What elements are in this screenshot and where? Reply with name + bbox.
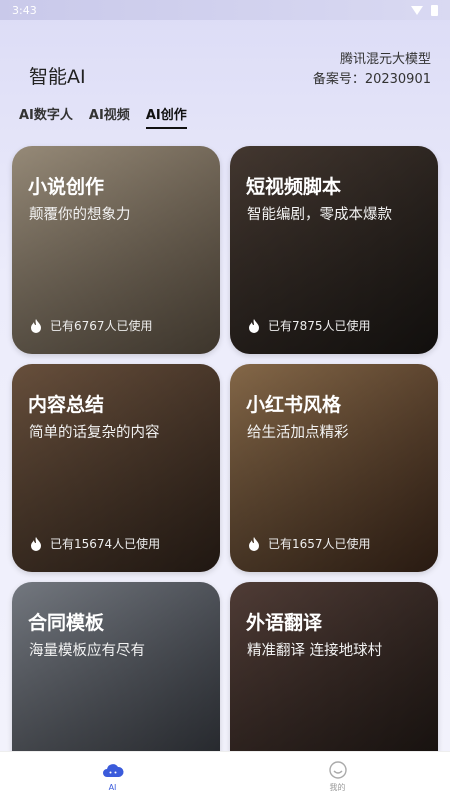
card-usage: 已有1657人已使用 [248,535,371,552]
registration-number: 备案号：20230901 [312,72,431,87]
card-subtitle: 颠覆你的想象力 [29,207,131,223]
card-title-wrap: 短视频脚本 [246,172,341,199]
usage-count: 已有1657人已使用 [268,537,371,551]
card-title: 小说创作 [28,176,105,198]
card-title-wrap: 小红书风格 [246,390,341,417]
card-title-wrap: 外语翻译 [246,608,322,635]
category-tabs: AI数字人 AI视频 AI创作 [19,104,187,129]
tab-ai-creation[interactable]: AI创作 [145,104,187,129]
battery-icon [431,4,438,16]
card-title: 短视频脚本 [246,176,342,198]
nav-profile[interactable]: 我的 [327,760,349,793]
flame-icon [249,536,259,551]
card-subtitle: 简单的话复杂的内容 [29,425,160,441]
status-bar: 3:43 [0,0,450,20]
card-title: 合同模板 [28,612,105,634]
feature-grid: 小说创作 颠覆你的想象力 已有6767人已使用 短视频脚本 智能编剧，零成本爆款… [12,146,438,790]
tab-ai-video[interactable]: AI视频 [89,104,130,129]
model-info: 腾讯混元大模型 备案号：20230901 [313,50,431,90]
card-usage: 已有7875人已使用 [248,317,371,334]
cloud-icon [102,763,124,777]
card-xiaohongshu-style[interactable]: 小红书风格 给生活加点精彩 已有1657人已使用 [230,364,438,572]
flame-icon [249,318,259,333]
usage-count: 已有7875人已使用 [268,319,371,333]
card-title-wrap: 小说创作 [28,172,104,199]
nav-label: AI [108,782,117,792]
card-content-summary[interactable]: 内容总结 简单的话复杂的内容 已有15674人已使用 [12,364,220,572]
card-subtitle: 海量模板应有尽有 [29,643,145,659]
status-icons [411,4,438,16]
card-novel-writing[interactable]: 小说创作 颠覆你的想象力 已有6767人已使用 [12,146,220,354]
flame-icon [31,318,41,333]
card-title-wrap: 合同模板 [28,608,104,635]
card-title: 内容总结 [28,394,105,416]
smiley-icon [328,760,347,779]
usage-count: 已有6767人已使用 [50,319,153,333]
card-short-video-script[interactable]: 短视频脚本 智能编剧，零成本爆款 已有7875人已使用 [230,146,438,354]
bottom-navigation: AI 我的 [0,751,450,800]
wifi-icon [411,5,423,15]
usage-count: 已有15674人已使用 [50,537,161,551]
flame-icon [31,536,41,551]
card-usage: 已有6767人已使用 [30,317,153,334]
card-subtitle: 智能编剧，零成本爆款 [247,207,392,223]
card-usage: 已有15674人已使用 [30,535,160,552]
card-subtitle: 给生活加点精彩 [247,425,349,441]
nav-ai[interactable]: AI [102,761,124,792]
status-time: 3:43 [12,3,37,17]
model-name: 腾讯混元大模型 [339,52,431,67]
card-subtitle: 精准翻译 连接地球村 [247,643,383,659]
card-title: 小红书风格 [246,394,342,416]
card-title: 外语翻译 [246,612,323,634]
page-title: 智能AI [29,66,86,88]
nav-label: 我的 [329,782,346,792]
tab-ai-digital-human[interactable]: AI数字人 [19,104,73,129]
card-title-wrap: 内容总结 [28,390,104,417]
